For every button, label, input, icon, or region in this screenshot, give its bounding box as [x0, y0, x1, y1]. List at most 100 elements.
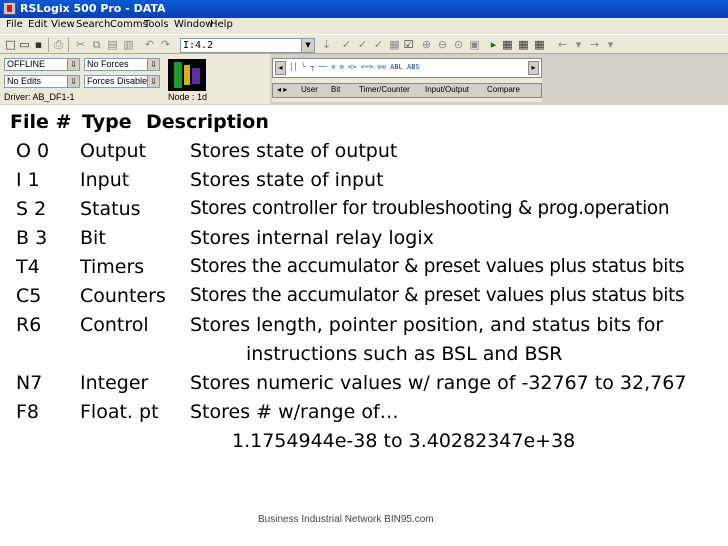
edits-value: No Edits	[7, 76, 42, 86]
chevron-down-icon[interactable]: ▼	[301, 39, 314, 52]
row-file: S 2	[16, 198, 47, 220]
row-file: F8	[16, 401, 40, 423]
slide-footer: Business Industrial Network BIN95.com	[258, 514, 434, 525]
palette-right-icon[interactable]: ▸	[528, 61, 539, 75]
menu-window[interactable]: Window	[174, 19, 213, 30]
instruction-bar: ◂ ││ └ ┬ ── ⊙ ⊙ <> <─> ⊙⊙ ABL ABS ▸	[272, 58, 542, 78]
zoom-fit-icon[interactable]: ⊙	[452, 38, 465, 51]
save-icon[interactable]: ▪	[32, 38, 45, 51]
tab-nav-arrows[interactable]: ◂ ▸	[277, 85, 287, 94]
instruction-palette: ◂ ││ └ ┬ ── ⊙ ⊙ <> <─> ⊙⊙ ABL ABS ▸ ◂ ▸ …	[272, 58, 542, 102]
tab-user[interactable]: User	[301, 85, 318, 94]
row-type: Output	[80, 140, 146, 162]
find-icon[interactable]: ⇣	[320, 38, 333, 51]
menu-bar: File Edit View Search Comms Tools Window…	[0, 18, 728, 34]
window-icon[interactable]: ▣	[468, 38, 481, 51]
window-title: RSLogix 500 Pro - DATA	[20, 2, 166, 15]
address-value: I:4.2	[183, 40, 214, 51]
row-type: Bit	[80, 227, 106, 249]
row-type: Control	[80, 314, 149, 336]
separator	[48, 38, 49, 52]
menu-comms[interactable]: Comms	[110, 19, 148, 30]
row-file: C5	[16, 285, 42, 307]
forces-value: No Forces	[87, 59, 129, 69]
dropdown-arrow-icon[interactable]: ⇩	[67, 76, 79, 87]
delete-icon[interactable]: ▥	[122, 38, 135, 51]
row-file: N7	[16, 372, 43, 394]
menu-tools[interactable]: Tools	[144, 19, 169, 30]
back-icon[interactable]: ←	[556, 38, 569, 51]
driver-label: Driver: AB_DF1-1	[4, 92, 75, 102]
menu-file[interactable]: File	[6, 19, 23, 30]
row-type: Timers	[80, 256, 145, 278]
row-file: O 0	[16, 140, 50, 162]
tab-compare[interactable]: Compare	[487, 85, 520, 94]
forces-enabled-select[interactable]: Forces Disabled ⇩	[84, 75, 160, 88]
header-type: Type	[82, 111, 132, 133]
menu-search[interactable]: Search	[76, 19, 110, 30]
properties-icon[interactable]: ▦	[388, 38, 401, 51]
row-description: Stores # w/range of…	[190, 401, 399, 423]
row-description: Stores the accumulator & preset values p…	[190, 256, 685, 277]
redo-icon[interactable]: ↷	[159, 38, 172, 51]
instruction-icons[interactable]: ││ └ ┬ ── ⊙ ⊙ <> <─> ⊙⊙ ABL ABS	[289, 63, 420, 71]
mode-select[interactable]: OFFLINE ⇩	[4, 58, 80, 71]
row-description-continued: 1.1754944e-38 to 3.40282347e+38	[232, 430, 576, 452]
verify-icon[interactable]: ✓	[340, 38, 353, 51]
tab-timer-counter[interactable]: Timer/Counter	[359, 85, 410, 94]
palette-tabs: ◂ ▸ User Bit Timer/Counter Input/Output …	[272, 83, 542, 98]
print-icon[interactable]: ⎙	[52, 38, 65, 51]
dropdown-arrow-icon[interactable]: ⇩	[147, 76, 159, 87]
toolbar: □ ▭ ▪ ⎙ ✂ ⧉ ▤ ▥ ↶ ↷ I:4.2 ▼ ⇣ ✓ ✓ ✓ ▦ ☑ …	[0, 34, 728, 54]
row-type: Input	[80, 169, 130, 191]
zoom-out-icon[interactable]: ⊖	[436, 38, 449, 51]
status-panel: OFFLINE ⇩ No Forces ⇩ No Edits ⇩ Forces …	[0, 54, 270, 104]
forward-icon[interactable]: →	[588, 38, 601, 51]
back-dropdown-icon[interactable]: ▾	[572, 38, 585, 51]
separator	[68, 38, 69, 52]
forces-select[interactable]: No Forces ⇩	[84, 58, 160, 71]
tab-input-output[interactable]: Input/Output	[425, 85, 469, 94]
new-icon[interactable]: □	[4, 38, 17, 51]
menu-view[interactable]: View	[51, 19, 75, 30]
menu-help[interactable]: Help	[210, 19, 233, 30]
row-type: Counters	[80, 285, 166, 307]
run-icon[interactable]: ▸	[487, 38, 500, 51]
forward-dropdown-icon[interactable]: ▾	[604, 38, 617, 51]
row-description: Stores the accumulator & preset values p…	[190, 285, 685, 306]
compare-icon[interactable]: ▦	[501, 38, 514, 51]
undo-icon[interactable]: ↶	[143, 38, 156, 51]
copy-icon[interactable]: ⧉	[90, 38, 103, 51]
row-type: Float. pt	[80, 401, 159, 423]
dropdown-arrow-icon[interactable]: ⇩	[147, 59, 159, 70]
tab-bit[interactable]: Bit	[331, 85, 340, 94]
title-bar: RSLogix 500 Pro - DATA	[0, 0, 728, 18]
mode-value: OFFLINE	[7, 59, 46, 69]
verify-file-icon[interactable]: ✓	[356, 38, 369, 51]
forces-enabled-value: Forces Disabled	[87, 76, 153, 86]
app-icon	[3, 2, 16, 15]
node-label: Node : 1d	[168, 92, 208, 102]
row-description: Stores length, pointer position, and sta…	[190, 314, 664, 336]
report-icon[interactable]: ▦	[533, 38, 546, 51]
verify-project-icon[interactable]: ✓	[372, 38, 385, 51]
dropdown-arrow-icon[interactable]: ⇩	[67, 59, 79, 70]
check-icon[interactable]: ☑	[402, 38, 415, 51]
app-window: RSLogix 500 Pro - DATA File Edit View Se…	[0, 0, 728, 105]
cut-icon[interactable]: ✂	[74, 38, 87, 51]
open-icon[interactable]: ▭	[18, 38, 31, 51]
zoom-in-icon[interactable]: ⊕	[420, 38, 433, 51]
row-description: Stores state of output	[190, 140, 398, 162]
row-file: B 3	[16, 227, 48, 249]
processor-run-icon	[168, 59, 206, 91]
row-file: R6	[16, 314, 42, 336]
palette-left-icon[interactable]: ◂	[275, 61, 286, 75]
paste-icon[interactable]: ▤	[106, 38, 119, 51]
edits-select[interactable]: No Edits ⇩	[4, 75, 80, 88]
header-file: File #	[10, 111, 72, 133]
address-input[interactable]: I:4.2 ▼	[180, 38, 315, 53]
row-description: Stores numeric values w/ range of -32767…	[190, 372, 687, 394]
menu-edit[interactable]: Edit	[28, 19, 47, 30]
row-description: Stores internal relay logix	[190, 227, 434, 249]
cross-ref-icon[interactable]: ▦	[517, 38, 530, 51]
